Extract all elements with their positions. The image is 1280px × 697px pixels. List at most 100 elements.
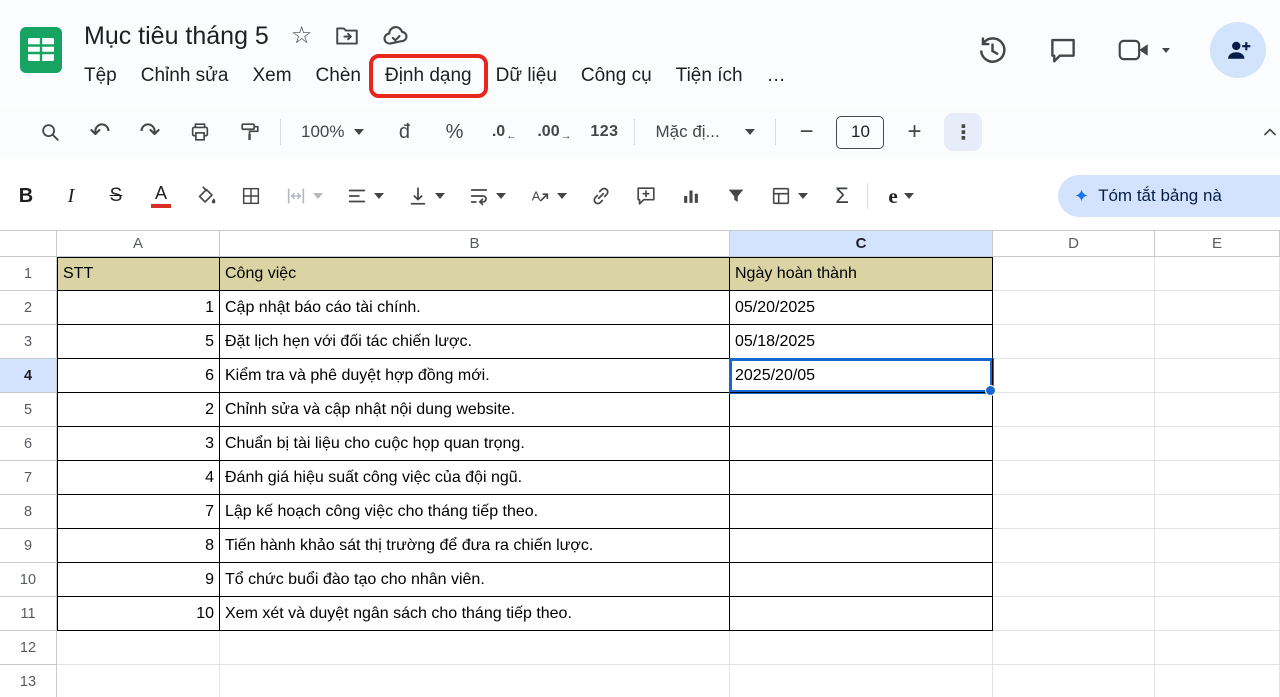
cell-D10[interactable] (993, 563, 1155, 597)
menu-item-5[interactable]: Dữ liệu (484, 58, 569, 94)
text-rotation-button[interactable]: A (520, 177, 576, 215)
insert-comment-button[interactable] (626, 177, 666, 215)
cell-E12[interactable] (1155, 631, 1280, 665)
cell-C3[interactable]: 05/18/2025 (730, 325, 993, 359)
column-header-D[interactable]: D (993, 231, 1155, 257)
decrease-font-size-button[interactable]: − (786, 113, 826, 151)
row-header-11[interactable]: 11 (0, 597, 57, 631)
sheets-logo-icon[interactable] (18, 26, 64, 74)
cell-E5[interactable] (1155, 393, 1280, 427)
redo-button[interactable]: ↷ (130, 113, 170, 151)
merge-cells-button[interactable] (276, 177, 332, 215)
cell-C10[interactable] (730, 563, 993, 597)
cell-A8[interactable]: 7 (57, 495, 220, 529)
row-header-4[interactable]: 4 (0, 359, 57, 393)
font-size-input[interactable]: 10 (836, 116, 884, 149)
cell-B4[interactable]: Kiểm tra và phê duyệt hợp đồng mới. (220, 359, 730, 393)
vertical-align-button[interactable] (398, 177, 454, 215)
cell-D8[interactable] (993, 495, 1155, 529)
extension-button[interactable]: e (873, 177, 929, 215)
borders-button[interactable] (231, 177, 271, 215)
cloud-save-status-icon[interactable] (382, 22, 410, 50)
cell-B5[interactable]: Chỉnh sửa và cập nhật nội dung website. (220, 393, 730, 427)
cell-B12[interactable] (220, 631, 730, 665)
document-title[interactable]: Mục tiêu tháng 5 (84, 22, 269, 51)
row-header-13[interactable]: 13 (0, 665, 57, 697)
summarize-sheet-button[interactable]: ✦ Tóm tắt bảng nà (1058, 175, 1280, 217)
cell-C8[interactable] (730, 495, 993, 529)
cell-D1[interactable] (993, 257, 1155, 291)
increase-decimal-button[interactable]: .00 → (534, 113, 574, 151)
menu-item-7[interactable]: Tiện ích (664, 58, 755, 94)
cell-B9[interactable]: Tiến hành khảo sát thị trường để đưa ra … (220, 529, 730, 563)
cell-D9[interactable] (993, 529, 1155, 563)
row-header-5[interactable]: 5 (0, 393, 57, 427)
cell-B6[interactable]: Chuẩn bị tài liệu cho cuộc họp quan trọn… (220, 427, 730, 461)
cell-B3[interactable]: Đặt lịch hẹn với đối tác chiến lược. (220, 325, 730, 359)
row-header-3[interactable]: 3 (0, 325, 57, 359)
table-views-button[interactable] (761, 177, 817, 215)
cell-B7[interactable]: Đánh giá hiệu suất công việc của đội ngũ… (220, 461, 730, 495)
zoom-select[interactable]: 100% (291, 113, 374, 151)
row-header-12[interactable]: 12 (0, 631, 57, 665)
cell-D2[interactable] (993, 291, 1155, 325)
text-color-button[interactable]: A (141, 177, 181, 215)
cell-C12[interactable] (730, 631, 993, 665)
menu-item-8[interactable]: … (755, 58, 798, 94)
cell-D4[interactable] (993, 359, 1155, 393)
cell-E3[interactable] (1155, 325, 1280, 359)
row-header-2[interactable]: 2 (0, 291, 57, 325)
search-icon[interactable] (30, 113, 70, 151)
cell-D7[interactable] (993, 461, 1155, 495)
insert-link-button[interactable] (581, 177, 621, 215)
cell-D5[interactable] (993, 393, 1155, 427)
hide-menus-icon[interactable] (1260, 122, 1280, 142)
undo-button[interactable]: ↶ (80, 113, 120, 151)
menu-item-1[interactable]: Chỉnh sửa (129, 58, 241, 94)
comments-icon[interactable] (1048, 35, 1078, 65)
cell-C5[interactable] (730, 393, 993, 427)
row-header-1[interactable]: 1 (0, 257, 57, 291)
cell-C13[interactable] (730, 665, 993, 697)
menu-item-6[interactable]: Công cụ (569, 58, 664, 94)
row-header-7[interactable]: 7 (0, 461, 57, 495)
cell-D6[interactable] (993, 427, 1155, 461)
cell-E1[interactable] (1155, 257, 1280, 291)
decrease-decimal-button[interactable]: .0 ← (484, 113, 524, 151)
cell-A5[interactable]: 2 (57, 393, 220, 427)
cell-A1[interactable]: STT (57, 257, 220, 291)
column-header-C[interactable]: C (730, 231, 993, 257)
cell-E10[interactable] (1155, 563, 1280, 597)
cell-E13[interactable] (1155, 665, 1280, 697)
version-history-icon[interactable] (977, 35, 1008, 66)
cell-D3[interactable] (993, 325, 1155, 359)
cell-E2[interactable] (1155, 291, 1280, 325)
video-call-button[interactable] (1118, 38, 1170, 62)
cell-C9[interactable] (730, 529, 993, 563)
cell-A13[interactable] (57, 665, 220, 697)
menu-item-0[interactable]: Tệp (72, 58, 129, 94)
cell-A11[interactable]: 10 (57, 597, 220, 631)
select-all-corner[interactable] (0, 231, 57, 257)
cell-A10[interactable]: 9 (57, 563, 220, 597)
toolbar-more-button[interactable]: ⋮ (944, 113, 982, 151)
cell-B2[interactable]: Cập nhật báo cáo tài chính. (220, 291, 730, 325)
cell-C11[interactable] (730, 597, 993, 631)
cell-A4[interactable]: 6 (57, 359, 220, 393)
cell-C2[interactable]: 05/20/2025 (730, 291, 993, 325)
cell-A2[interactable]: 1 (57, 291, 220, 325)
row-header-6[interactable]: 6 (0, 427, 57, 461)
cell-E8[interactable] (1155, 495, 1280, 529)
cell-E11[interactable] (1155, 597, 1280, 631)
cell-B8[interactable]: Lập kế hoạch công việc cho tháng tiếp th… (220, 495, 730, 529)
horizontal-align-button[interactable] (337, 177, 393, 215)
row-header-10[interactable]: 10 (0, 563, 57, 597)
cell-E6[interactable] (1155, 427, 1280, 461)
insert-chart-button[interactable] (671, 177, 711, 215)
cell-D12[interactable] (993, 631, 1155, 665)
column-header-B[interactable]: B (220, 231, 730, 257)
increase-font-size-button[interactable]: + (894, 113, 934, 151)
cell-E9[interactable] (1155, 529, 1280, 563)
cell-C1[interactable]: Ngày hoàn thành (730, 257, 993, 291)
cell-A12[interactable] (57, 631, 220, 665)
